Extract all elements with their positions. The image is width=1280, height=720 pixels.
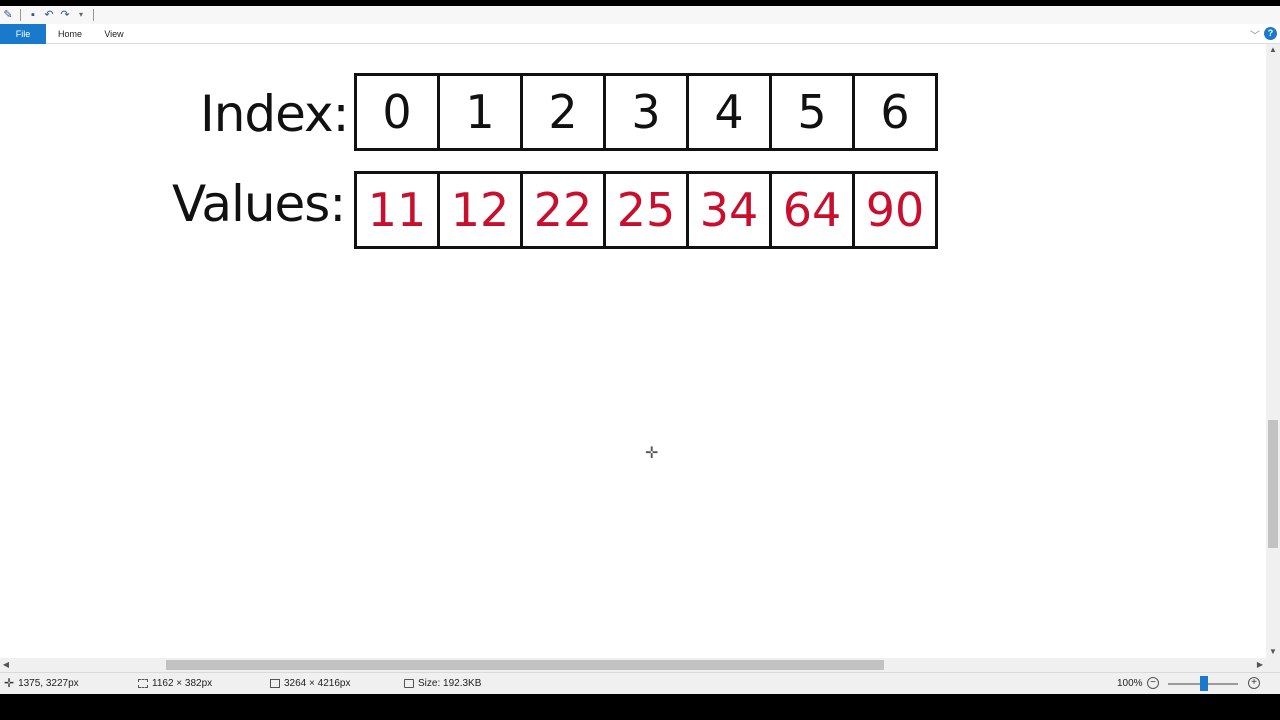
ribbon-tabs: File Home View ﹀ ?: [0, 24, 1280, 44]
index-row: 0 1 2 3 4 5 6: [354, 73, 938, 151]
vertical-scroll-thumb[interactable]: [1268, 420, 1278, 548]
cursor-position-text: 1375, 3227px: [18, 678, 79, 689]
image-size-text: 3264 × 4216px: [284, 678, 351, 689]
toolbar-divider: [93, 9, 94, 21]
zoom-level: 100%: [1117, 678, 1143, 689]
zoom-slider-thumb[interactable]: [1200, 676, 1208, 691]
help-icon[interactable]: ?: [1264, 27, 1277, 40]
value-cell: 90: [852, 171, 938, 249]
values-row: 11 12 22 25 34 64 90: [354, 171, 938, 249]
scroll-up-icon[interactable]: ▲: [1266, 44, 1280, 56]
file-size: Size: 192.3KB: [404, 673, 481, 694]
selection-icon: [138, 679, 148, 688]
tab-home[interactable]: Home: [52, 24, 88, 44]
horizontal-scroll-thumb[interactable]: [166, 660, 884, 670]
selection-size-text: 1162 × 382px: [152, 678, 213, 689]
index-cell: 5: [769, 73, 855, 151]
move-cursor-icon: ✛: [4, 676, 15, 690]
quick-access-toolbar: ✎ ▪ ↶ ↷ ▾: [0, 6, 1280, 24]
scroll-down-icon[interactable]: ▼: [1266, 646, 1280, 658]
values-label: Values:: [172, 175, 346, 233]
drawing-canvas[interactable]: Index: 0 1 2 3 4 5 6 Values: 11 12 22 25…: [0, 44, 1266, 658]
paint-app-icon[interactable]: ✎: [2, 9, 14, 21]
zoom-in-icon[interactable]: +: [1248, 677, 1260, 689]
screen-border: [0, 694, 1280, 720]
scrollbar-corner: [1266, 658, 1280, 672]
tab-file[interactable]: File: [0, 24, 46, 44]
vertical-scrollbar[interactable]: ▲ ▼: [1266, 44, 1280, 658]
image-size-icon: [270, 679, 280, 688]
index-cell: 2: [520, 73, 606, 151]
zoom-out-icon[interactable]: −: [1147, 677, 1159, 689]
index-label: Index:: [200, 85, 349, 143]
horizontal-scrollbar[interactable]: ◀ ▶: [0, 658, 1266, 672]
value-cell: 12: [437, 171, 523, 249]
index-cell: 3: [603, 73, 689, 151]
index-cell: 1: [437, 73, 523, 151]
cursor-position: ✛ 1375, 3227px: [4, 673, 79, 694]
value-cell: 64: [769, 171, 855, 249]
value-cell: 22: [520, 171, 606, 249]
chevron-down-icon[interactable]: ﹀: [1250, 27, 1260, 42]
status-bar: ✛ 1375, 3227px 1162 × 382px 3264 × 4216p…: [0, 672, 1280, 694]
redo-icon[interactable]: ↷: [59, 9, 71, 21]
index-cell: 0: [354, 73, 440, 151]
value-cell: 25: [603, 171, 689, 249]
undo-icon[interactable]: ↶: [43, 9, 55, 21]
customize-dropdown-icon[interactable]: ▾: [75, 9, 87, 21]
value-cell: 11: [354, 171, 440, 249]
index-cell: 6: [852, 73, 938, 151]
crosshair-cursor-icon: ✛: [645, 445, 659, 462]
image-size: 3264 × 4216px: [270, 673, 350, 694]
tab-view[interactable]: View: [98, 24, 130, 44]
save-icon[interactable]: ▪: [27, 9, 39, 21]
disk-icon: [404, 679, 414, 688]
file-size-text: Size: 192.3KB: [418, 678, 482, 689]
toolbar-divider: [20, 9, 21, 21]
scroll-right-icon[interactable]: ▶: [1254, 658, 1266, 672]
value-cell: 34: [686, 171, 772, 249]
selection-size: 1162 × 382px: [138, 673, 212, 694]
index-cell: 4: [686, 73, 772, 151]
scroll-left-icon[interactable]: ◀: [0, 658, 12, 672]
